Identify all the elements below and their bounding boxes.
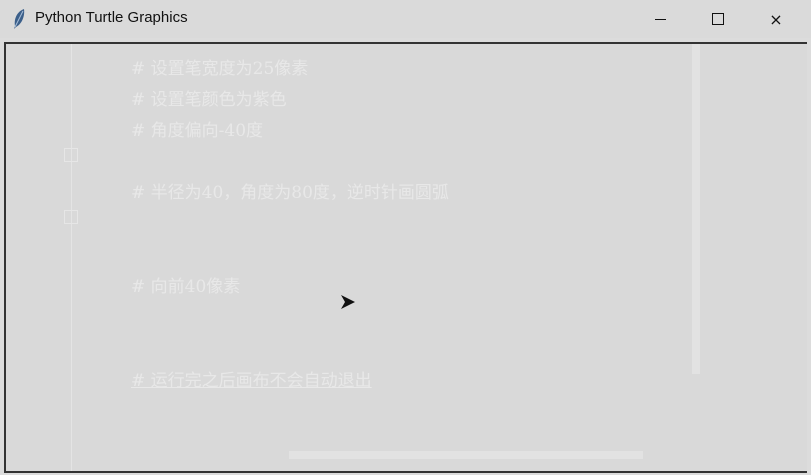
turtle-cursor-icon: [341, 295, 355, 309]
feather-icon: [14, 9, 25, 29]
ghost-horizontal-scrollbar: [289, 451, 643, 459]
minimize-icon: [654, 18, 666, 20]
maximize-icon: [712, 13, 724, 25]
ghost-code-line: # 向前40像素: [131, 277, 241, 297]
close-button[interactable]: ×: [747, 0, 805, 38]
minimize-button[interactable]: [631, 0, 689, 38]
maximize-button[interactable]: [689, 0, 747, 38]
ghost-code-line: # 运行完之后画布不会自动退出: [131, 371, 372, 391]
ghost-code-line: # 半径为40，角度为80度，逆时针画圆弧: [131, 183, 449, 203]
close-icon: ×: [769, 9, 783, 29]
title-bar[interactable]: Python Turtle Graphics ×: [0, 0, 811, 38]
ghost-vertical-scrollbar: [692, 44, 700, 374]
turtle-canvas[interactable]: # 设置笔宽度为25像素 # 设置笔颜色为紫色 # 角度偏向-40度 # 半径为…: [4, 42, 807, 473]
ghost-code-line: # 角度偏向-40度: [131, 121, 264, 141]
fold-marker-icon: [64, 148, 78, 162]
ghost-code-line: # 设置笔宽度为25像素: [131, 59, 309, 79]
window-title: Python Turtle Graphics: [35, 9, 188, 26]
ghost-code-line: # 设置笔颜色为紫色: [131, 90, 287, 110]
fold-marker-icon: [64, 210, 78, 224]
turtle-window: Python Turtle Graphics × # 设置笔宽度为25像素 # …: [0, 0, 811, 475]
editor-gutter-line: [71, 44, 72, 471]
